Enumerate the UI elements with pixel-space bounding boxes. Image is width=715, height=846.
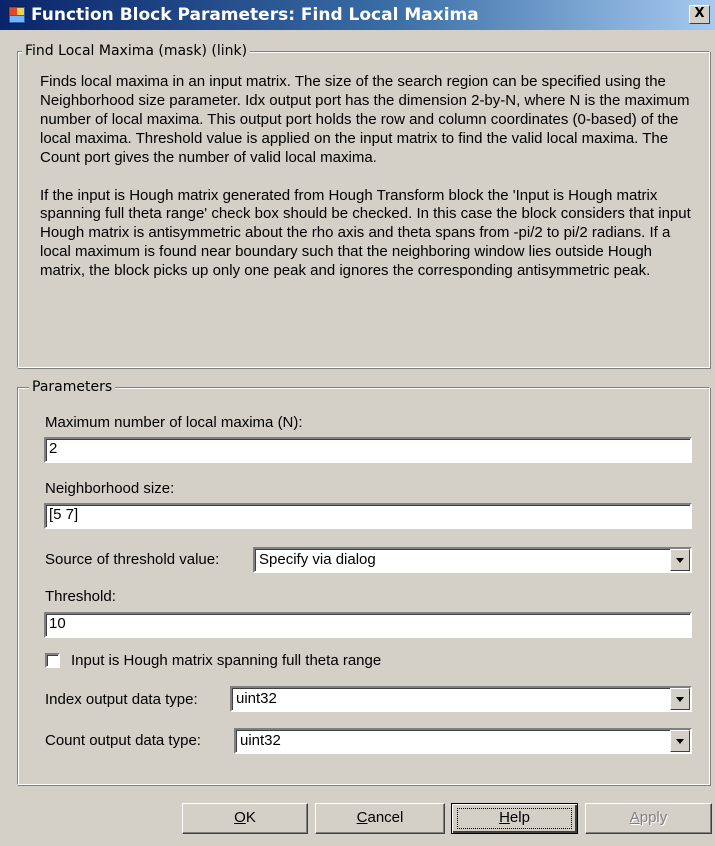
index-output-type-dropdown[interactable]: uint32 [230,686,692,712]
close-button[interactable]: X [689,5,710,24]
hough-matrix-checkbox[interactable] [45,653,60,668]
apply-button-label: pply [639,809,668,826]
threshold-source-value: Specify via dialog [259,551,376,568]
count-output-type-value: uint32 [240,732,281,749]
index-output-type-value: uint32 [236,690,277,707]
focus-rectangle [457,808,572,829]
hough-matrix-checkbox-label[interactable]: Input is Hough matrix spanning full thet… [71,652,381,670]
cancel-button[interactable]: Cancel [315,803,445,834]
count-output-type-label: Count output data type: [45,732,201,749]
block-description: Finds local maxima in an input matrix. T… [40,73,695,281]
description-group-legend: Find Local Maxima (mask) (link) [22,42,251,60]
simulink-block-icon [8,6,26,24]
ok-button[interactable]: OK [182,803,308,834]
cancel-button-label: ancel [367,809,404,826]
count-output-type-dropdown-button[interactable] [670,730,690,752]
help-button[interactable]: Help [451,803,578,834]
parameters-group-legend: Parameters [29,378,116,396]
chevron-down-icon [676,739,684,744]
ok-button-label: K [245,809,256,826]
title-bar[interactable]: Function Block Parameters: Find Local Ma… [0,0,715,30]
ok-button-mnemonic: O [234,809,246,826]
cancel-button-mnemonic: C [356,809,368,826]
description-paragraph-1: Finds local maxima in an input matrix. T… [40,73,690,166]
max-local-maxima-input[interactable]: 2 [44,437,692,463]
dialog-window: Function Block Parameters: Find Local Ma… [0,0,715,846]
threshold-label: Threshold: [45,588,116,605]
neighborhood-size-input[interactable]: [5 7] [44,503,692,529]
max-local-maxima-label: Maximum number of local maxima (N): [45,414,303,431]
count-output-type-dropdown[interactable]: uint32 [234,728,692,754]
description-paragraph-2: If the input is Hough matrix generated f… [40,186,691,280]
index-output-type-dropdown-button[interactable] [670,688,690,710]
apply-button-mnemonic: A [629,809,640,826]
threshold-source-dropdown[interactable]: Specify via dialog [253,547,692,573]
index-output-type-label: Index output data type: [45,691,198,708]
threshold-source-label: Source of threshold value: [45,551,220,568]
chevron-down-icon [676,697,684,702]
chevron-down-icon [676,558,684,563]
threshold-input[interactable]: 10 [44,612,692,638]
threshold-source-dropdown-button[interactable] [670,549,690,571]
neighborhood-size-label: Neighborhood size: [45,480,175,497]
apply-button[interactable]: Apply [585,803,712,834]
window-title: Function Block Parameters: Find Local Ma… [31,5,479,25]
